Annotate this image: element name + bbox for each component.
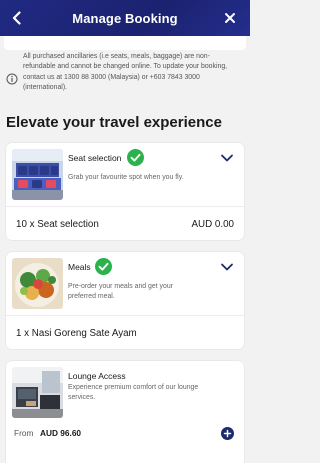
plus-icon <box>223 429 232 438</box>
meals-image <box>12 258 63 309</box>
chevron-down-icon[interactable] <box>220 262 234 272</box>
selection-label: 10 x Seat selection <box>16 219 99 230</box>
notice-text: All purchased ancillaries (i.e seats, me… <box>23 53 228 92</box>
add-lounge-button[interactable] <box>221 427 234 440</box>
selection-summary: 1 x Nasi Goreng Sate Ayam <box>6 315 244 350</box>
card-description: Grab your favourite spot when you fly. <box>68 174 184 181</box>
lounge-access-card[interactable]: Lounge Access Experience premium comfort… <box>6 361 244 463</box>
price-prefix: From <box>14 428 34 438</box>
card-description: Experience premium comfort of our lounge… <box>68 384 199 402</box>
card-description: Pre-order your meals and get your prefer… <box>68 283 173 301</box>
meals-card[interactable]: Meals Pre-order your meals and get your … <box>6 252 244 349</box>
chevron-left-icon <box>12 11 21 25</box>
seat-selection-card[interactable]: Seat selection Grab your favourite spot … <box>6 143 244 240</box>
card-name: Seat selection <box>68 153 122 163</box>
seat-selection-image <box>12 149 63 200</box>
selected-check-icon <box>127 149 144 166</box>
close-icon <box>225 13 235 23</box>
info-icon <box>6 73 18 85</box>
page-title: Manage Booking <box>72 10 178 26</box>
card-name: Lounge Access <box>68 371 126 381</box>
selected-check-icon <box>95 258 112 275</box>
section-title: Elevate your travel experience <box>6 114 222 131</box>
back-button[interactable] <box>7 8 27 28</box>
lounge-image <box>12 367 63 418</box>
close-button[interactable] <box>220 8 240 28</box>
refund-notice: All purchased ancillaries (i.e seats, me… <box>0 52 250 94</box>
selection-price: AUD 0.00 <box>191 219 234 230</box>
chevron-down-icon[interactable] <box>220 153 234 163</box>
selection-label: 1 x Nasi Goreng Sate Ayam <box>16 328 137 339</box>
card-name: Meals <box>68 262 91 272</box>
price-value: AUD 96.60 <box>40 428 82 438</box>
selection-summary: 10 x Seat selection AUD 0.00 <box>6 206 244 241</box>
sheet-top-edge <box>4 36 246 50</box>
app-header: Manage Booking <box>0 0 250 36</box>
